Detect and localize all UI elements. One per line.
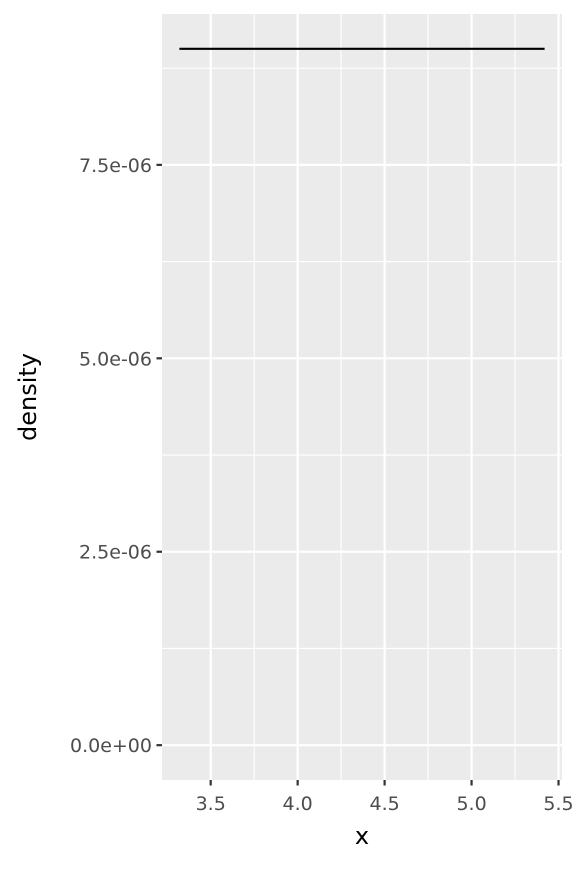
y-tick-label: 0.0e+00 (70, 735, 152, 757)
x-tick-label: 4.0 (283, 793, 313, 815)
x-tick-label: 5.0 (456, 793, 486, 815)
x-tick-label: 5.5 (543, 793, 573, 815)
y-tick-label: 2.5e-06 (79, 542, 152, 564)
x-tick-label: 4.5 (369, 793, 399, 815)
chart-container: 3.5 4.0 4.5 5.0 5.5 0.0e+00 2.5e-06 5.0e-06 7.5… (0, 0, 576, 865)
y-tick-label: 7.5e-06 (79, 155, 152, 177)
y-tick-label: 5.0e-06 (79, 348, 152, 370)
panel-background (162, 14, 562, 780)
y-axis-title: density (14, 353, 42, 441)
y-axis: 0.0e+00 2.5e-06 5.0e-06 7.5e-06 (70, 155, 162, 757)
x-axis-title: x (355, 822, 369, 850)
density-chart: 3.5 4.0 4.5 5.0 5.5 0.0e+00 2.5e-06 5.0e-06 7.5… (14, 14, 574, 850)
x-tick-label: 3.5 (196, 793, 226, 815)
x-axis: 3.5 4.0 4.5 5.0 5.5 (196, 780, 574, 815)
